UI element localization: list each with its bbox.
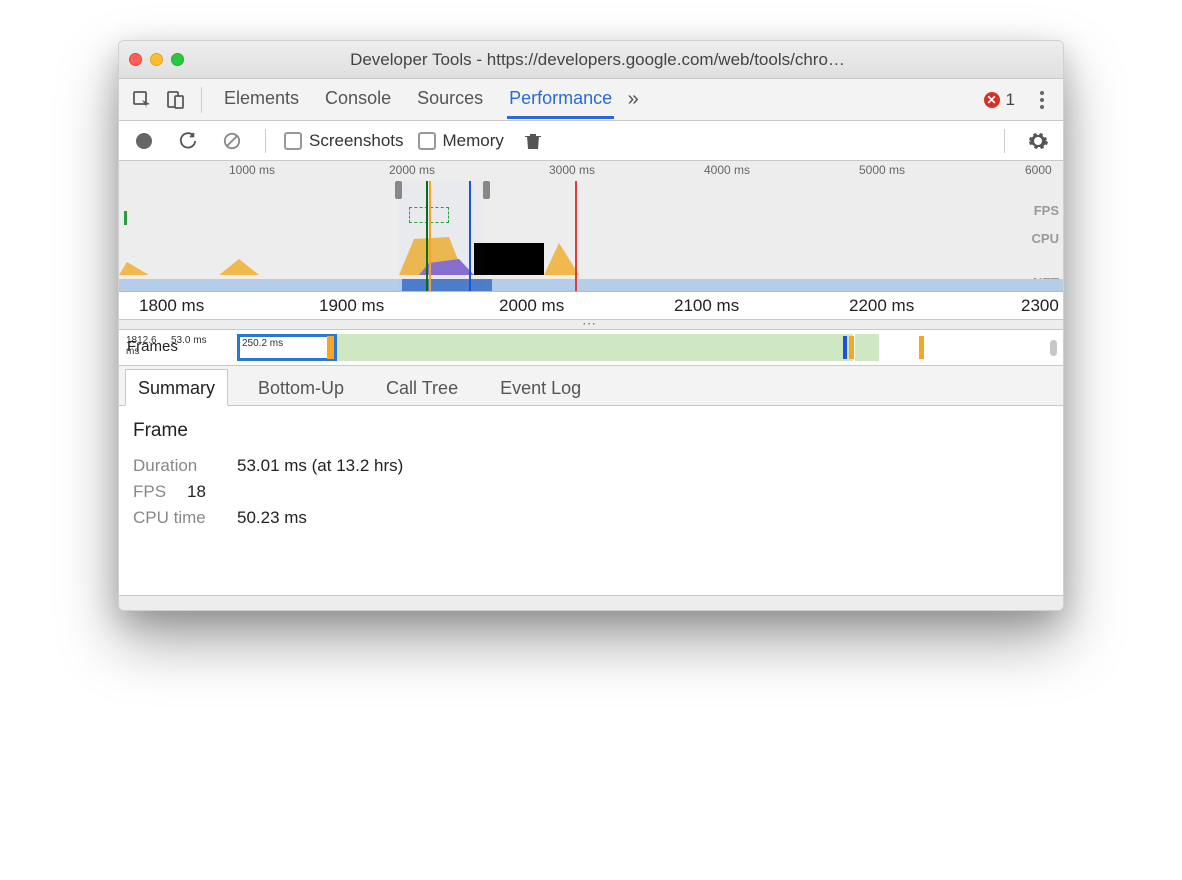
gear-icon — [1028, 131, 1048, 151]
trash-icon — [525, 132, 541, 150]
selection-handle-right[interactable] — [483, 181, 490, 199]
main-tabs: Elements Console Sources Performance — [222, 80, 614, 119]
fps-value: 18 — [187, 482, 206, 502]
overview-ruler: 1000 ms 2000 ms 3000 ms 4000 ms 5000 ms … — [119, 161, 1063, 181]
scrollbar-thumb[interactable] — [1050, 340, 1057, 356]
reload-button[interactable] — [173, 126, 203, 156]
frames-label: Frames — [127, 338, 178, 355]
selection-handle-left[interactable] — [395, 181, 402, 199]
performance-toolbar: Screenshots Memory — [119, 121, 1063, 161]
tab-performance[interactable]: Performance — [507, 80, 614, 119]
cpu-time-label: CPU time — [133, 508, 225, 528]
record-button[interactable] — [129, 126, 159, 156]
titlebar: Developer Tools - https://developers.goo… — [119, 41, 1063, 79]
ruler-tick: 6000 — [1025, 163, 1052, 177]
drag-handle-icon[interactable]: ⋯ — [119, 320, 1063, 330]
summary-heading: Frame — [133, 420, 1049, 442]
record-icon — [136, 133, 152, 149]
ruler-tick: 2100 ms — [674, 296, 739, 316]
ruler-tick: 3000 ms — [549, 163, 595, 177]
summary-row-cpu: CPU time 50.23 ms — [133, 508, 1049, 528]
ruler-tick: 2200 ms — [849, 296, 914, 316]
fps-label: FPS — [133, 482, 175, 502]
tab-sources[interactable]: Sources — [415, 80, 485, 119]
window-controls — [129, 53, 184, 66]
ruler-tick: 1800 ms — [139, 296, 204, 316]
tab-console[interactable]: Console — [323, 80, 393, 119]
main-tabstrip: Elements Console Sources Performance » ✕… — [119, 79, 1063, 121]
tab-bottom-up[interactable]: Bottom-Up — [246, 370, 356, 405]
cpu-graph — [119, 229, 1064, 275]
fps-track-label: FPS — [1034, 203, 1059, 218]
window-title: Developer Tools - https://developers.goo… — [202, 50, 1053, 70]
close-window-button[interactable] — [129, 53, 142, 66]
ruler-tick: 2000 ms — [389, 163, 435, 177]
screenshots-toggle[interactable]: Screenshots — [284, 131, 404, 151]
cpu-time-value: 50.23 ms — [237, 508, 307, 528]
tab-elements[interactable]: Elements — [222, 80, 301, 119]
overview-selection[interactable] — [399, 181, 484, 291]
summary-row-fps: FPS 18 — [133, 482, 1049, 502]
frames-track[interactable]: 1812.6 ms 53.0 ms 250.2 ms Frames — [119, 330, 1063, 366]
memory-label: Memory — [443, 131, 504, 151]
maximize-window-button[interactable] — [171, 53, 184, 66]
memory-toggle[interactable]: Memory — [418, 131, 504, 151]
error-indicator[interactable]: ✕ 1 — [984, 90, 1015, 110]
checkbox-icon — [418, 132, 436, 150]
net-track — [119, 279, 1063, 291]
overview-timeline[interactable]: 1000 ms 2000 ms 3000 ms 4000 ms 5000 ms … — [119, 161, 1063, 292]
menu-icon[interactable] — [1029, 91, 1055, 109]
minimize-window-button[interactable] — [150, 53, 163, 66]
error-icon: ✕ — [984, 92, 1000, 108]
overview-tracks: FPS CPU NET — [119, 181, 1063, 291]
tab-summary[interactable]: Summary — [125, 369, 228, 406]
frame-segment-selected[interactable]: 250.2 ms — [237, 334, 337, 361]
ruler-tick: 2300 — [1021, 296, 1059, 316]
capture-settings-button[interactable] — [1023, 126, 1053, 156]
ruler-tick: 1900 ms — [319, 296, 384, 316]
summary-row-duration: Duration 53.01 ms (at 13.2 hrs) — [133, 456, 1049, 476]
footer-spacer — [119, 596, 1063, 610]
tab-event-log[interactable]: Event Log — [488, 370, 593, 405]
error-count: 1 — [1006, 90, 1015, 110]
checkbox-icon — [284, 132, 302, 150]
summary-panel: Frame Duration 53.01 ms (at 13.2 hrs) FP… — [119, 406, 1063, 596]
details-tabs: Summary Bottom-Up Call Tree Event Log — [119, 366, 1063, 406]
tab-call-tree[interactable]: Call Tree — [374, 370, 470, 405]
ruler-tick: 2000 ms — [499, 296, 564, 316]
more-tabs-icon[interactable]: » — [618, 85, 648, 115]
duration-value: 53.01 ms (at 13.2 hrs) — [237, 456, 403, 476]
ruler-tick: 5000 ms — [859, 163, 905, 177]
device-toolbar-icon[interactable] — [161, 85, 191, 115]
frame-segment[interactable] — [337, 334, 853, 361]
detail-ruler[interactable]: 1800 ms 1900 ms 2000 ms 2100 ms 2200 ms … — [119, 292, 1063, 320]
clear-button[interactable] — [217, 126, 247, 156]
ruler-tick: 4000 ms — [704, 163, 750, 177]
collect-garbage-button[interactable] — [518, 126, 548, 156]
inspect-element-icon[interactable] — [127, 85, 157, 115]
devtools-window: Developer Tools - https://developers.goo… — [118, 40, 1064, 611]
screenshots-label: Screenshots — [309, 131, 404, 151]
marker-line — [575, 181, 577, 291]
duration-label: Duration — [133, 456, 225, 476]
frame-segment[interactable] — [855, 334, 879, 361]
ruler-tick: 1000 ms — [229, 163, 275, 177]
